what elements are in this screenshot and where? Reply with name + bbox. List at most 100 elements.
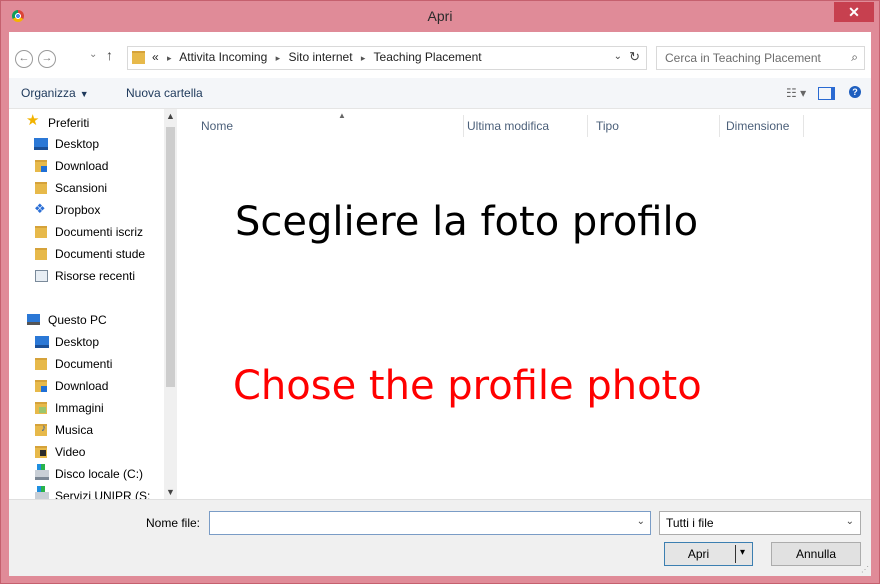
- column-header-name[interactable]: Nome: [201, 119, 233, 133]
- sidebar-item-pc-download[interactable]: Download: [9, 376, 164, 396]
- file-type-value: Tutti i file: [666, 516, 714, 530]
- sidebar-scrollbar[interactable]: ▲ ▼: [164, 109, 177, 499]
- sort-ascending-icon: ▲: [338, 111, 346, 120]
- organize-button[interactable]: Organizza ▼: [21, 86, 89, 100]
- back-button[interactable]: ←: [15, 50, 33, 68]
- refresh-button[interactable]: ↻: [629, 49, 640, 65]
- sidebar-item-documenti-iscriz[interactable]: Documenti iscriz: [9, 222, 164, 242]
- organize-label: Organizza: [21, 86, 76, 100]
- sidebar-item-label: Dropbox: [55, 203, 101, 217]
- network-drive-icon: [35, 486, 49, 499]
- help-icon[interactable]: ?: [849, 86, 861, 98]
- sidebar-item-label: Documenti stude: [55, 247, 146, 261]
- file-list[interactable]: ▲ Nome Ultima modifica Tipo Dimensione S…: [179, 109, 871, 499]
- navigation-pane: ★ Preferiti Desktop Download Scansioni ❖…: [9, 109, 177, 499]
- filename-history-dropdown[interactable]: ⌄: [637, 516, 645, 527]
- breadcrumb-item[interactable]: Attivita Incoming: [179, 50, 267, 64]
- recent-icon: [35, 270, 48, 282]
- pictures-folder-icon: [35, 402, 47, 414]
- breadcrumb-overflow[interactable]: «: [152, 50, 159, 64]
- sidebar-item-documenti-stude[interactable]: Documenti stude: [9, 244, 164, 264]
- sidebar-item-scansioni[interactable]: Scansioni: [9, 178, 164, 198]
- navigation-row: ← → ⌄ ↑ « ▸ Attivita Incoming ▸ Sito int…: [9, 32, 871, 77]
- sidebar-item-download[interactable]: Download: [9, 156, 164, 176]
- star-icon: ★: [26, 113, 40, 129]
- dialog-body: ← → ⌄ ↑ « ▸ Attivita Incoming ▸ Sito int…: [9, 32, 871, 576]
- sidebar-item-label: Desktop: [55, 137, 100, 151]
- scrollbar-thumb[interactable]: [166, 127, 175, 387]
- sidebar-item-servizi-unipr[interactable]: Servizi UNIPR (S:: [9, 486, 164, 499]
- sidebar-item-label: Questo PC: [48, 313, 107, 327]
- column-header-type[interactable]: Tipo: [596, 119, 619, 133]
- sidebar-item-desktop[interactable]: Desktop: [9, 134, 164, 154]
- music-folder-icon: [35, 423, 47, 436]
- computer-icon: [27, 314, 40, 325]
- sidebar-item-musica[interactable]: Musica: [9, 420, 164, 440]
- address-dropdown-button[interactable]: ⌄: [614, 51, 622, 62]
- sidebar-item-immagini[interactable]: Immagini: [9, 398, 164, 418]
- scroll-up-arrow-icon[interactable]: ▲: [164, 111, 177, 121]
- forward-button[interactable]: →: [38, 50, 56, 68]
- sidebar-item-label: Documenti iscriz: [55, 225, 144, 239]
- open-options-dropdown[interactable]: ▾: [740, 547, 745, 558]
- sidebar-item-label: Download: [55, 159, 109, 173]
- column-divider[interactable]: [463, 115, 464, 137]
- download-folder-icon: [35, 160, 47, 172]
- address-bar[interactable]: « ▸ Attivita Incoming ▸ Sito internet ▸ …: [127, 46, 647, 70]
- open-button-label: Apri: [687, 547, 710, 561]
- sidebar-item-video[interactable]: Video: [9, 442, 164, 462]
- sidebar-item-label: Download: [55, 379, 109, 393]
- open-button[interactable]: Apri ▾: [664, 542, 753, 566]
- resize-grip-icon[interactable]: ⋰: [861, 565, 869, 574]
- title-bar[interactable]: Apri ✕: [1, 1, 879, 32]
- column-header-modified[interactable]: Ultima modifica: [467, 119, 549, 133]
- command-toolbar: Organizza ▼ Nuova cartella ☷ ▾ ?: [9, 78, 871, 109]
- desktop-icon: [34, 138, 48, 150]
- column-divider[interactable]: [803, 115, 804, 137]
- sidebar-item-favorites[interactable]: ★ Preferiti: [9, 113, 164, 133]
- drive-icon: [35, 464, 49, 480]
- sidebar-item-risorse-recenti[interactable]: Risorse recenti: [9, 266, 164, 286]
- file-type-select[interactable]: Tutti i file ⌄: [659, 511, 861, 535]
- open-file-dialog: Apri ✕ ← → ⌄ ↑ « ▸ Attivita Incoming ▸ S…: [0, 0, 880, 584]
- breadcrumb-item[interactable]: Teaching Placement: [374, 50, 482, 64]
- scroll-down-arrow-icon[interactable]: ▼: [164, 487, 177, 497]
- sidebar-item-label: Immagini: [55, 401, 104, 415]
- search-input[interactable]: Cerca in Teaching Placement ⌕: [656, 46, 865, 70]
- close-button[interactable]: ✕: [834, 2, 874, 22]
- up-folder-button[interactable]: ↑: [106, 47, 113, 63]
- instruction-english: Chose the profile photo: [233, 363, 702, 409]
- sidebar-item-questo-pc[interactable]: Questo PC: [9, 310, 164, 330]
- sidebar-item-dropbox[interactable]: ❖ Dropbox: [9, 200, 164, 220]
- sidebar-item-label: Risorse recenti: [55, 269, 136, 283]
- preview-pane-icon[interactable]: [818, 87, 835, 100]
- sidebar-item-disco-locale[interactable]: Disco locale (C:): [9, 464, 164, 484]
- breadcrumb-item[interactable]: Sito internet: [289, 50, 353, 64]
- search-icon[interactable]: ⌕: [851, 50, 858, 65]
- sidebar-item-label: Scansioni: [55, 181, 108, 195]
- sidebar-item-label: Video: [55, 445, 86, 459]
- folder-icon: [132, 51, 145, 64]
- sidebar-item-label: Servizi UNIPR (S:: [55, 489, 151, 499]
- sidebar-item-documenti[interactable]: Documenti: [9, 354, 164, 374]
- column-divider[interactable]: [587, 115, 588, 137]
- recent-locations-button[interactable]: ⌄: [89, 49, 97, 60]
- chevron-down-icon: ▼: [79, 89, 89, 99]
- column-divider[interactable]: [719, 115, 720, 137]
- search-placeholder: Cerca in Teaching Placement: [665, 51, 821, 65]
- view-options-icon[interactable]: ☷ ▾: [786, 86, 806, 100]
- video-folder-icon: [35, 446, 47, 458]
- filename-input[interactable]: ⌄: [209, 511, 651, 535]
- breadcrumb-separator: ▸: [360, 53, 366, 63]
- new-folder-button[interactable]: Nuova cartella: [126, 86, 203, 100]
- download-folder-icon: [35, 380, 47, 392]
- column-header-size[interactable]: Dimensione: [726, 119, 789, 133]
- breadcrumb-separator: ▸: [167, 53, 172, 63]
- sidebar-item-label: Desktop: [55, 335, 100, 349]
- folder-icon: [35, 248, 47, 260]
- folder-icon: [35, 226, 47, 238]
- dropbox-icon: ❖: [34, 201, 46, 216]
- cancel-button[interactable]: Annulla: [771, 542, 861, 566]
- sidebar-item-pc-desktop[interactable]: Desktop: [9, 332, 164, 352]
- sidebar-item-label: Preferiti: [48, 116, 90, 130]
